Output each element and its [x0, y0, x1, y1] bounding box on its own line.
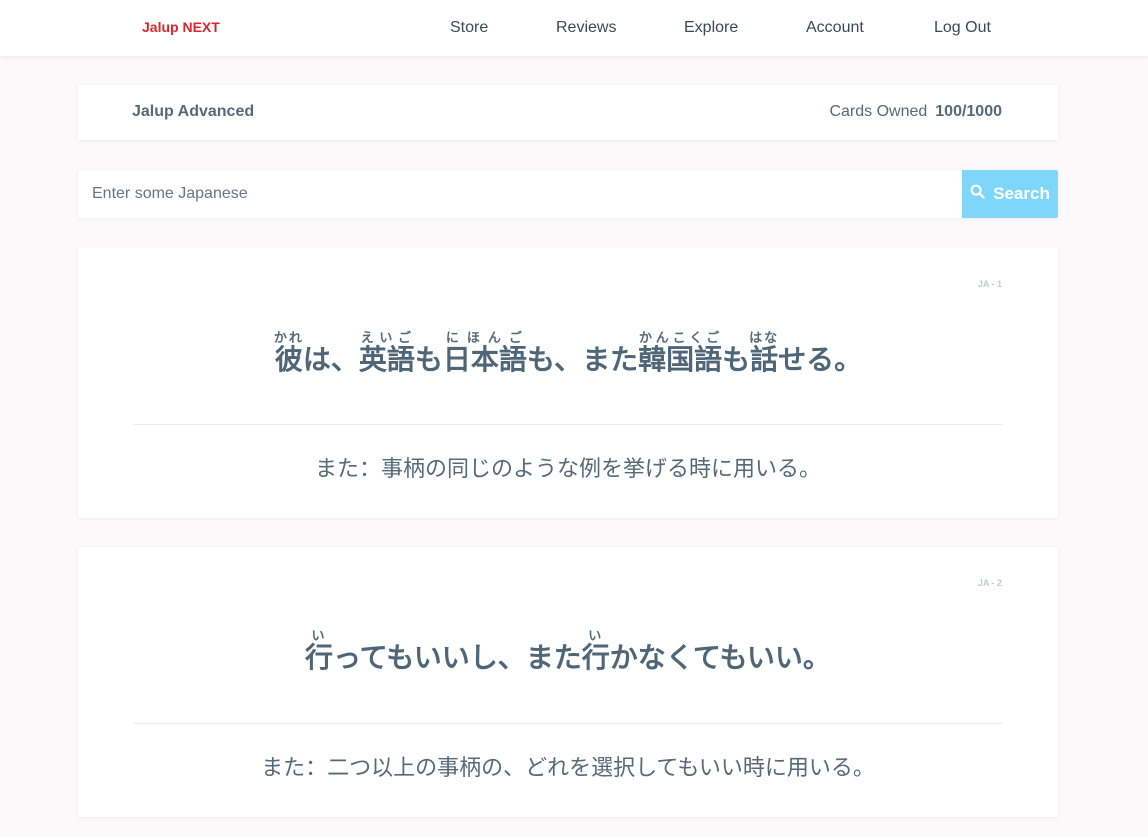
sentence-text: ってもいいし、また [333, 642, 582, 673]
search-bar: Search [78, 170, 1058, 218]
nav-link-reviews[interactable]: Reviews [556, 19, 616, 37]
cards-owned-label: Cards Owned [829, 103, 928, 120]
card-id: JA - 2 [977, 578, 1002, 588]
furigana-reading: かれ [273, 330, 304, 345]
cards-owned: Cards Owned 100/1000 [829, 103, 1002, 121]
nav-link-account[interactable]: Account [806, 19, 864, 37]
search-icon [970, 184, 985, 204]
furigana-word: 韓国語かんこくご [638, 330, 723, 375]
furigana-word: 日本語にほんご [442, 330, 527, 375]
sentence-text: も、また [526, 344, 639, 375]
furigana-reading: えいご [358, 330, 415, 345]
search-button[interactable]: Search [962, 170, 1058, 218]
sentence-card[interactable]: JA - 1 彼かれは、英語えいごも日本語にほんごも、また韓国語かんこくごも話は… [78, 248, 1058, 518]
furigana-reading: にほんご [442, 330, 527, 345]
nav-link-store[interactable]: Store [450, 19, 488, 37]
furigana-word: 話はな [749, 330, 780, 375]
top-navbar: Jalup NEXT Store Reviews Explore Account… [0, 0, 1148, 56]
furigana-word: 英語えいご [358, 330, 415, 375]
furigana-reading: はな [749, 330, 780, 345]
deck-info-bar: Jalup Advanced Cards Owned 100/1000 [78, 85, 1058, 140]
furigana-word: 彼かれ [273, 330, 304, 375]
furigana-word: 行い [305, 628, 334, 673]
deck-title: Jalup Advanced [132, 103, 255, 120]
card-meaning: また：事柄の同じのような例を挙げる時に用いる。 [314, 456, 821, 481]
japanese-sentence: 彼かれは、英語えいごも日本語にほんごも、また韓国語かんこくごも話はなせる。 [78, 330, 1058, 378]
furigana-reading: い [305, 628, 334, 643]
sentence-text: も [414, 344, 443, 375]
furigana-word: 行い [581, 628, 610, 673]
search-button-label: Search [993, 184, 1050, 203]
sentence-card[interactable]: JA - 2 行いってもいいし、また行いかなくてもいい。 また：二つ以上の事柄の… [78, 547, 1058, 817]
card-id: JA - 1 [977, 279, 1002, 289]
card-divider [133, 723, 1003, 724]
furigana-reading: い [581, 628, 610, 643]
nav-link-log-out[interactable]: Log Out [934, 19, 991, 37]
sentence-text: かなくてもいい。 [609, 642, 831, 673]
sentence-text: は、 [302, 344, 359, 375]
furigana-reading: かんこくご [638, 330, 723, 345]
nav-link-explore[interactable]: Explore [684, 19, 738, 37]
search-input[interactable] [78, 170, 962, 218]
brand-logo-link[interactable]: Jalup NEXT [142, 19, 220, 35]
sentence-text: も [722, 344, 751, 375]
card-divider [133, 424, 1003, 425]
sentence-text: せる。 [778, 344, 863, 375]
japanese-sentence: 行いってもいいし、また行いかなくてもいい。 [78, 628, 1058, 676]
card-meaning: また：二つ以上の事柄の、どれを選択してもいい時に用いる。 [261, 755, 875, 780]
cards-owned-count: 100/1000 [935, 103, 1002, 120]
